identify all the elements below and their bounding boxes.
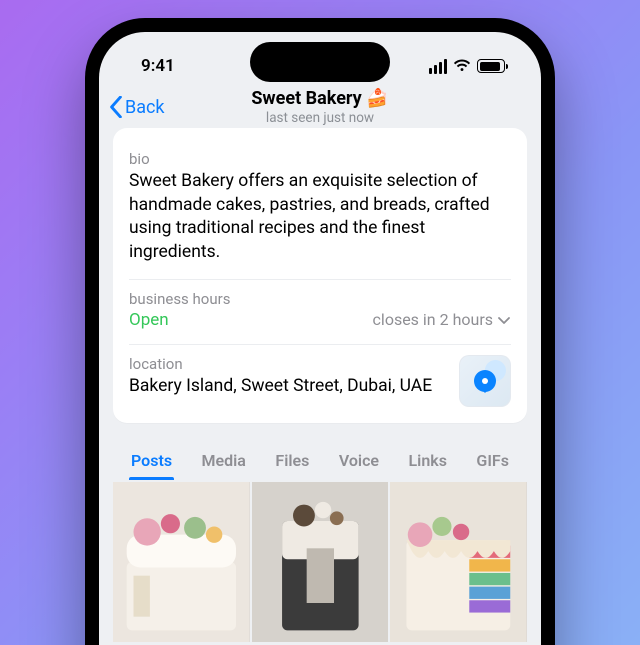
hours-closes: closes in 2 hours bbox=[373, 310, 511, 329]
hours-section[interactable]: business hours Open closes in 2 hours bbox=[129, 280, 511, 345]
battery-icon bbox=[477, 59, 505, 73]
post-thumbnail[interactable] bbox=[252, 482, 389, 642]
back-button[interactable]: Back bbox=[109, 96, 165, 118]
screen: 9:41 Back Sweet Bakery 🍰 last seen just … bbox=[99, 32, 541, 645]
nav-bar: Back Sweet Bakery 🍰 last seen just now bbox=[99, 88, 541, 128]
status-time: 9:41 bbox=[141, 56, 175, 76]
chevron-down-icon bbox=[497, 313, 511, 327]
dynamic-island bbox=[250, 42, 390, 82]
tab-links[interactable]: Links bbox=[409, 445, 447, 480]
media-tabs: Posts Media Files Voice Links GIFs bbox=[113, 445, 527, 480]
page-title: Sweet Bakery 🍰 bbox=[99, 88, 541, 109]
location-address: Bakery Island, Sweet Street, Dubai, UAE bbox=[129, 375, 449, 398]
tab-voice[interactable]: Voice bbox=[339, 445, 379, 480]
phone-frame: 9:41 Back Sweet Bakery 🍰 last seen just … bbox=[85, 18, 555, 645]
wifi-icon bbox=[453, 59, 471, 73]
map-pin-icon bbox=[474, 370, 496, 392]
location-section[interactable]: location Bakery Island, Sweet Street, Du… bbox=[129, 345, 511, 423]
post-thumbnail[interactable] bbox=[390, 482, 527, 642]
tab-gifs[interactable]: GIFs bbox=[476, 445, 509, 480]
status-indicators bbox=[429, 59, 506, 74]
bio-label: bio bbox=[129, 150, 511, 168]
chevron-left-icon bbox=[109, 96, 123, 118]
info-card: bio Sweet Bakery offers an exquisite sel… bbox=[113, 128, 527, 423]
hours-status: Open bbox=[129, 310, 169, 330]
bio-section: bio Sweet Bakery offers an exquisite sel… bbox=[129, 140, 511, 280]
tab-media[interactable]: Media bbox=[202, 445, 246, 480]
hours-label: business hours bbox=[129, 290, 511, 308]
back-label: Back bbox=[125, 97, 165, 118]
posts-grid bbox=[113, 482, 527, 642]
cellular-icon bbox=[429, 59, 448, 74]
tab-posts[interactable]: Posts bbox=[131, 445, 172, 480]
location-label: location bbox=[129, 355, 449, 373]
map-thumbnail[interactable] bbox=[459, 355, 511, 407]
page-subtitle: last seen just now bbox=[99, 110, 541, 126]
tab-files[interactable]: Files bbox=[275, 445, 309, 480]
post-thumbnail[interactable] bbox=[113, 482, 250, 642]
bio-text: Sweet Bakery offers an exquisite selecti… bbox=[129, 170, 511, 265]
